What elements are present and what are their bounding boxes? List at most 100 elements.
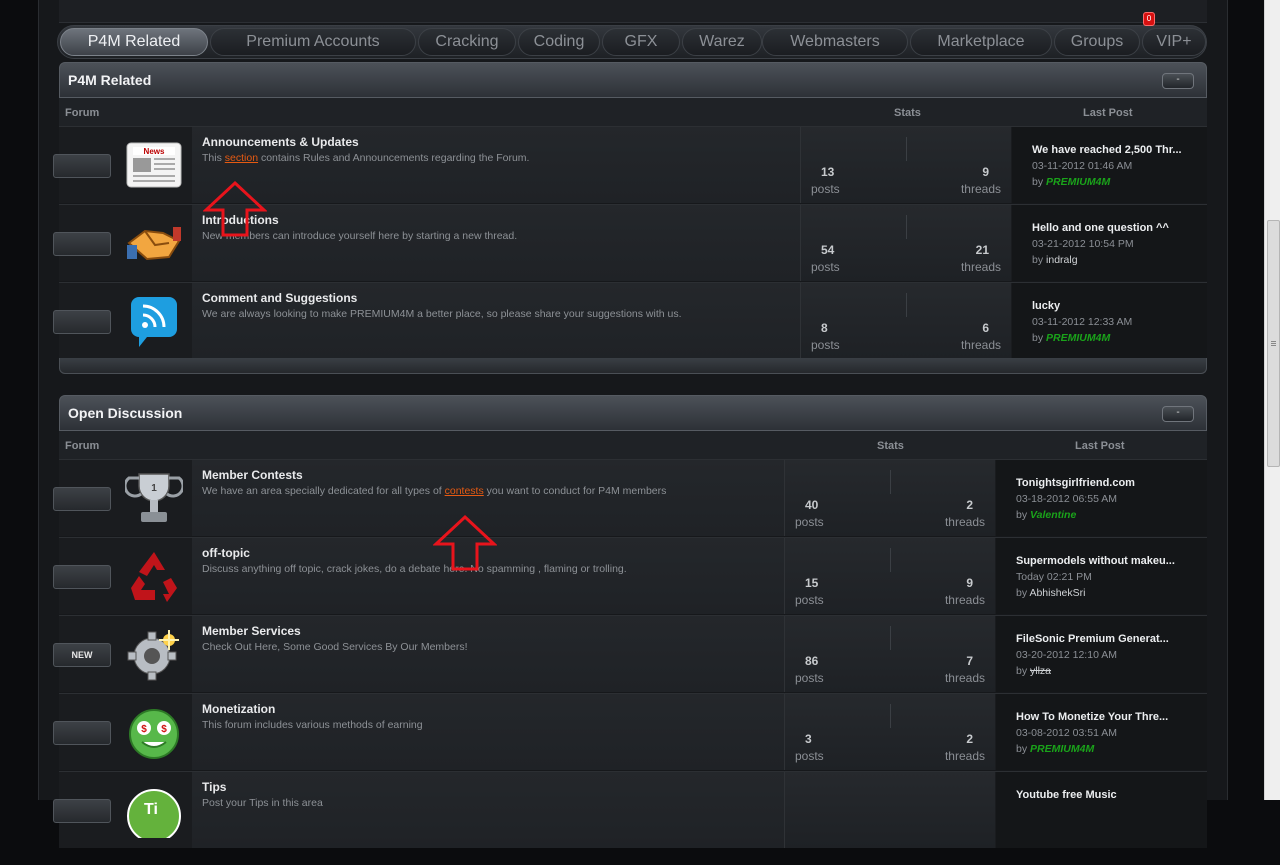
highlighted-link[interactable]: section bbox=[225, 152, 258, 164]
last-post-title[interactable]: Youtube free Music bbox=[1016, 789, 1117, 801]
notification-badge[interactable]: 0 bbox=[1143, 12, 1155, 26]
tab-webmasters[interactable]: Webmasters bbox=[762, 28, 908, 56]
forum-row[interactable]: 1 Member Contests We have an area speciall… bbox=[53, 459, 1207, 536]
tab-groups[interactable]: Groups bbox=[1054, 28, 1140, 56]
tab-premium-accounts[interactable]: Premium Accounts bbox=[210, 28, 416, 56]
section-title: Open Discussion bbox=[68, 405, 183, 421]
column-last-post: Last Post bbox=[1075, 440, 1125, 452]
tab-p4m-related[interactable]: P4M Related bbox=[60, 28, 208, 56]
stats-divider bbox=[906, 137, 907, 161]
post-label: posts bbox=[811, 182, 840, 196]
forum-title-link[interactable]: Comment and Suggestions bbox=[202, 291, 357, 305]
forum-icon-cell: $ $ bbox=[53, 694, 192, 770]
forum-row[interactable]: Comment and Suggestions We are always loo… bbox=[53, 282, 1207, 359]
forum-title-link[interactable]: Monetization bbox=[202, 702, 275, 716]
description-text: We are always looking to make PREMIUM4M … bbox=[202, 308, 682, 320]
forum-status-indicator[interactable]: NEW bbox=[53, 643, 111, 667]
forum-icon-cell: NEW bbox=[53, 616, 192, 692]
forum-status-indicator[interactable] bbox=[53, 565, 111, 589]
forum-stats: 15 posts 9 threads bbox=[784, 538, 995, 614]
description-text: This bbox=[202, 152, 225, 164]
tab-marketplace[interactable]: Marketplace bbox=[910, 28, 1052, 56]
forum-icon-cell: Ti bbox=[53, 772, 192, 848]
forum-info: Introductions New members can introduce y… bbox=[192, 205, 800, 281]
forum-row[interactable]: NEW Member Services Check Out Here, Some G… bbox=[53, 615, 1207, 692]
last-post-author: by PREMIUM4M bbox=[1016, 743, 1094, 755]
stats-divider bbox=[890, 470, 891, 494]
author-username[interactable]: AbhishekSri bbox=[1029, 587, 1085, 599]
author-username[interactable]: yllza bbox=[1030, 665, 1051, 677]
svg-text:Ti: Ti bbox=[144, 801, 158, 818]
page-container: P4M Related Premium Accounts Cracking Codin… bbox=[38, 0, 1228, 848]
by-label: by bbox=[1032, 254, 1044, 266]
forum-status-indicator[interactable] bbox=[53, 799, 111, 823]
forum-row[interactable]: off-topic Discuss anything off topic, cra… bbox=[53, 537, 1207, 614]
thread-count: 9 bbox=[982, 165, 989, 179]
stats-divider bbox=[890, 704, 891, 728]
svg-text:$: $ bbox=[161, 724, 167, 735]
forum-status-indicator[interactable] bbox=[53, 310, 111, 334]
forum-status-indicator[interactable] bbox=[53, 232, 111, 256]
money-face-icon: $ $ bbox=[125, 704, 183, 760]
last-post-title[interactable]: Supermodels without makeu... bbox=[1016, 555, 1175, 567]
last-post-title[interactable]: Tonightsgirlfriend.com bbox=[1016, 477, 1135, 489]
thread-count: 2 bbox=[966, 498, 973, 512]
forum-stats: 86 posts 7 threads bbox=[784, 616, 995, 692]
last-post-title[interactable]: FileSonic Premium Generat... bbox=[1016, 633, 1169, 645]
last-post-title[interactable]: How To Monetize Your Thre... bbox=[1016, 711, 1168, 723]
forum-title-link[interactable]: Member Services bbox=[202, 624, 301, 638]
forum-stats: 3 posts 2 threads bbox=[784, 694, 995, 770]
last-post-title[interactable]: lucky bbox=[1032, 300, 1060, 312]
post-count: 86 bbox=[805, 654, 819, 668]
section-header: P4M Related - bbox=[59, 62, 1207, 98]
collapse-button[interactable]: - bbox=[1162, 406, 1194, 422]
annotation-arrow-section bbox=[202, 180, 268, 243]
post-count: 3 bbox=[805, 732, 812, 746]
post-label: posts bbox=[795, 749, 824, 763]
thread-count: 6 bbox=[982, 321, 989, 335]
post-count: 8 bbox=[821, 321, 828, 335]
last-post-title[interactable]: We have reached 2,500 Thr... bbox=[1032, 144, 1182, 156]
svg-text:1: 1 bbox=[151, 483, 157, 494]
forum-title-link[interactable]: Announcements & Updates bbox=[202, 135, 359, 149]
last-post-author: by PREMIUM4M bbox=[1032, 332, 1110, 344]
author-username[interactable]: PREMIUM4M bbox=[1046, 176, 1110, 188]
forum-title-link[interactable]: Member Contests bbox=[202, 468, 303, 482]
last-post-title[interactable]: Hello and one question ^^ bbox=[1032, 222, 1169, 234]
forum-status-indicator[interactable] bbox=[53, 721, 111, 745]
forum-status-indicator[interactable] bbox=[53, 154, 111, 178]
stats-divider bbox=[890, 626, 891, 650]
author-username[interactable]: Valentine bbox=[1030, 509, 1076, 521]
thread-label: threads bbox=[944, 593, 985, 607]
section-header: Open Discussion - bbox=[59, 395, 1207, 431]
forum-info: Comment and Suggestions We are always loo… bbox=[192, 283, 800, 359]
forum-stats: 40 posts 2 threads bbox=[784, 460, 995, 536]
highlighted-link[interactable]: contests bbox=[445, 485, 484, 497]
scrollbar-thumb[interactable] bbox=[1267, 220, 1280, 467]
last-post: Tonightsgirlfriend.com 03-18-2012 06:55 A… bbox=[996, 460, 1207, 536]
author-username[interactable]: PREMIUM4M bbox=[1046, 332, 1110, 344]
author-username[interactable]: indralg bbox=[1046, 254, 1078, 266]
thread-label: threads bbox=[960, 260, 1001, 274]
tab-cracking[interactable]: Cracking bbox=[418, 28, 516, 56]
by-label: by bbox=[1016, 665, 1028, 677]
collapse-button[interactable]: - bbox=[1162, 73, 1194, 89]
page-scrollbar[interactable] bbox=[1264, 0, 1280, 800]
forum-title-link[interactable]: off-topic bbox=[202, 546, 250, 560]
author-username[interactable]: PREMIUM4M bbox=[1030, 743, 1094, 755]
tab-vip-[interactable]: VIP+ bbox=[1142, 28, 1206, 56]
tab-coding[interactable]: Coding bbox=[518, 28, 600, 56]
tab-gfx[interactable]: GFX bbox=[602, 28, 680, 56]
forum-status-indicator[interactable] bbox=[53, 487, 111, 511]
forum-row[interactable]: Ti Tips Post your Tips in this area Youtube… bbox=[53, 771, 1207, 848]
post-label: posts bbox=[795, 593, 824, 607]
last-post: Youtube free Music bbox=[996, 772, 1207, 848]
last-post-author: by PREMIUM4M bbox=[1032, 176, 1110, 188]
tab-warez[interactable]: Warez bbox=[682, 28, 762, 56]
forum-stats: 8 posts 6 threads bbox=[800, 283, 1011, 359]
forum-row[interactable]: $ $ Monetization This forum includes variou… bbox=[53, 693, 1207, 770]
forum-description: Check Out Here, Some Good Services By Ou… bbox=[202, 641, 468, 653]
forum-title-link[interactable]: Tips bbox=[202, 780, 226, 794]
post-label: posts bbox=[795, 671, 824, 685]
post-label: posts bbox=[811, 338, 840, 352]
